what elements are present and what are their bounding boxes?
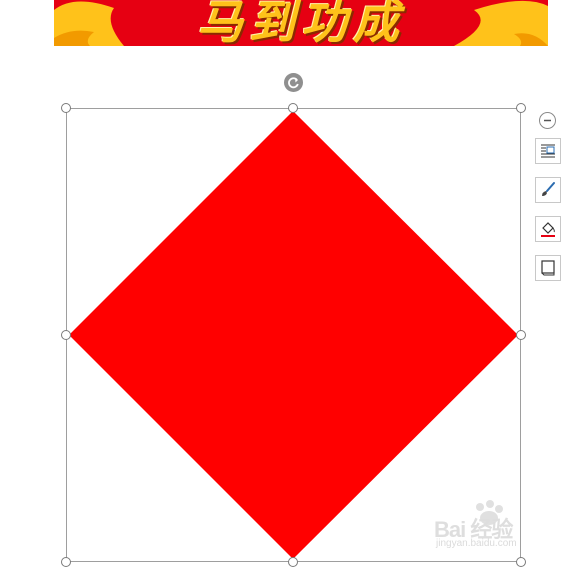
resize-handle-top-left[interactable] xyxy=(61,103,71,113)
collapse-toolbar-button[interactable] xyxy=(539,112,556,129)
banner-image: 马到功成 xyxy=(54,0,548,46)
paint-bucket-icon xyxy=(541,222,555,237)
resize-handle-top-right[interactable] xyxy=(516,103,526,113)
shape-style-button[interactable] xyxy=(535,177,561,203)
text-wrap-icon xyxy=(541,144,555,158)
diamond-shape[interactable] xyxy=(66,108,521,562)
resize-handle-top[interactable] xyxy=(288,103,298,113)
watermark-url: jingyan.baidu.com xyxy=(436,538,517,549)
brush-icon xyxy=(542,182,555,196)
watermark: Bai 经验 jingyan.baidu.com xyxy=(432,500,542,556)
shape-fill-button[interactable] xyxy=(535,216,561,242)
rotate-handle[interactable] xyxy=(284,73,303,92)
outline-icon xyxy=(541,260,555,276)
resize-handle-right[interactable] xyxy=(516,330,526,340)
banner-text: 马到功成 xyxy=(197,0,405,46)
rotate-icon xyxy=(288,77,299,89)
layout-options-button[interactable] xyxy=(535,138,561,164)
minus-icon xyxy=(544,119,551,122)
resize-handle-left[interactable] xyxy=(61,330,71,340)
shape-outline-button[interactable] xyxy=(535,255,561,281)
